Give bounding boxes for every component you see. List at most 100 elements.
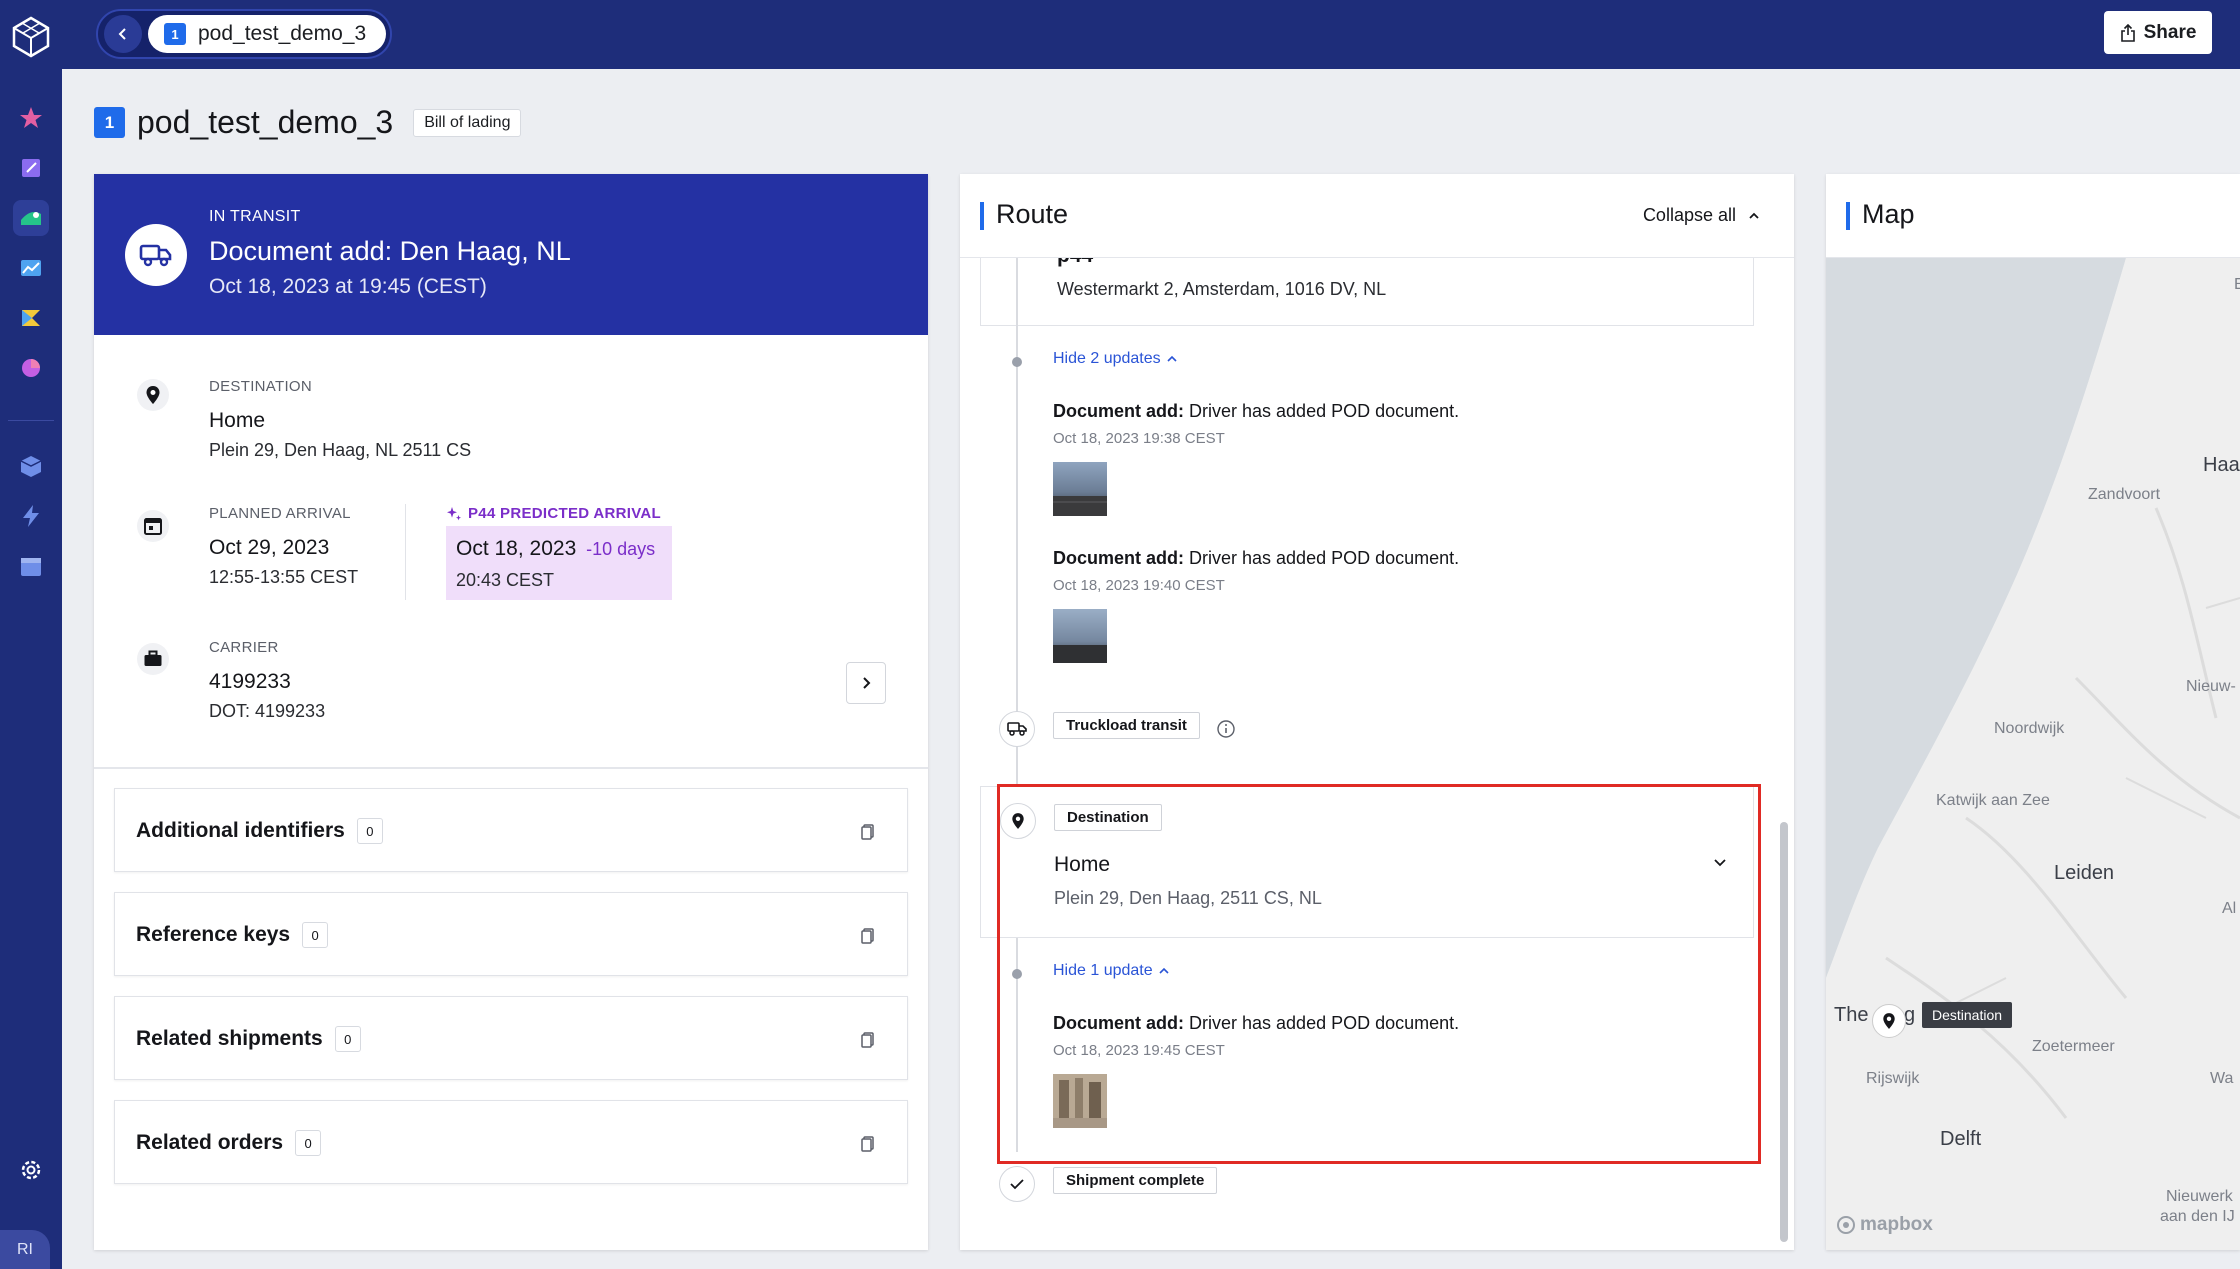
map-label: E (2234, 276, 2240, 293)
predicted-arrival-date-row: Oct 18, 2023 -10 days (456, 537, 655, 561)
update-text: Driver has added POD document. (1184, 548, 1460, 568)
pod-document-thumbnail[interactable] (1053, 462, 1107, 516)
shipment-details-panel: IN TRANSIT Document add: Den Haag, NL Oc… (94, 174, 928, 1250)
map-label: Zoetermeer (2032, 1038, 2115, 1055)
avatar[interactable]: RI (0, 1230, 50, 1269)
update-time: Oct 18, 2023 19:40 CEST (1053, 577, 1225, 594)
timeline-dot (1012, 357, 1022, 367)
flag-icon[interactable] (13, 300, 49, 336)
shipments-icon[interactable] (13, 200, 49, 236)
destination-marker[interactable] (1872, 1004, 1906, 1038)
count-badge: 0 (356, 818, 383, 844)
card-title-row: Related orders 0 (136, 1130, 322, 1156)
gear-icon[interactable] (13, 1152, 49, 1188)
map-panel: Map E Haa Zandvoort Nieuw- Noordwijk Kat… (1826, 174, 2240, 1250)
share-button[interactable]: Share (2104, 11, 2212, 54)
copy-icon[interactable] (859, 1134, 877, 1152)
copy-icon[interactable] (859, 1030, 877, 1048)
planned-arrival-date: Oct 29, 2023 (209, 536, 330, 559)
panel-divider (94, 767, 928, 769)
briefcase-icon (137, 643, 169, 675)
update-time: Oct 18, 2023 19:38 CEST (1053, 430, 1225, 447)
card-title: Related orders (136, 1131, 284, 1154)
calendar-icon[interactable] (13, 548, 49, 584)
card-title: Reference keys (136, 923, 291, 946)
copy-icon[interactable] (859, 822, 877, 840)
star-icon[interactable] (13, 100, 49, 136)
chevron-down-icon[interactable] (1713, 857, 1727, 867)
page-title: pod_test_demo_3 (137, 104, 394, 140)
card-title-row: Reference keys 0 (136, 922, 329, 948)
update-text: Driver has added POD document. (1184, 401, 1460, 421)
status-label: IN TRANSIT (209, 208, 301, 225)
breadcrumb: 1 pod_test_demo_3 (96, 9, 392, 59)
planned-arrival-time: 12:55-13:55 CEST (209, 567, 359, 587)
hide-updates-link[interactable]: Hide 1 update (1053, 962, 1169, 980)
status-banner: IN TRANSIT Document add: Den Haag, NL Oc… (94, 174, 928, 335)
collapse-all-button[interactable]: Collapse all (1643, 205, 1760, 226)
back-button[interactable] (104, 15, 142, 53)
map-label: Katwijk aan Zee (1936, 792, 2050, 809)
sidebar: RI (0, 0, 62, 1269)
chevron-left-icon (118, 28, 126, 40)
status-date: Oct 18, 2023 at 19:45 (CEST) (209, 275, 487, 298)
count-badge: 0 (302, 922, 329, 948)
card-title: Additional identifiers (136, 819, 345, 842)
predicted-arrival-box: Oct 18, 2023 -10 days 20:43 CEST (446, 526, 672, 600)
count-badge: 0 (334, 1026, 361, 1052)
truck-icon (999, 711, 1035, 747)
predicted-arrival-label-text: P44 PREDICTED ARRIVAL (468, 505, 661, 522)
box-icon[interactable] (13, 448, 49, 484)
route-panel: Route Collapse all p44 Westermarkt 2, Am… (960, 174, 1794, 1250)
map-canvas[interactable]: E Haa Zandvoort Nieuw- Noordwijk Katwijk… (1826, 258, 2240, 1250)
info-icon[interactable] (1216, 719, 1236, 739)
chevron-up-icon (1159, 967, 1169, 974)
breadcrumb-tab[interactable]: 1 pod_test_demo_3 (148, 15, 386, 53)
related-shipments-card[interactable]: Related shipments 0 (114, 996, 908, 1080)
breadcrumb-badge: 1 (164, 23, 186, 45)
arrival-divider (405, 504, 406, 600)
map-label: Nieuwerk (2166, 1188, 2233, 1205)
mapbox-label: mapbox (1860, 1214, 1933, 1235)
destination-tooltip: Destination (1922, 1002, 2013, 1028)
analytics-icon[interactable] (13, 250, 49, 286)
sparkle-icon (447, 506, 461, 520)
destination-stop-card[interactable]: Destination Home Plein 29, Den Haag, 251… (980, 786, 1754, 938)
carrier-dot: DOT: 4199233 (209, 701, 326, 721)
map-header: Map (1826, 174, 2240, 258)
pod-document-thumbnail[interactable] (1053, 1074, 1107, 1128)
card-title-row: Additional identifiers 0 (136, 818, 383, 844)
copy-icon[interactable] (859, 926, 877, 944)
map-label: Rijswijk (1866, 1070, 1920, 1087)
predicted-arrival-delta: -10 days (586, 539, 656, 559)
shipment-complete-tag: Shipment complete (1053, 1167, 1218, 1194)
share-icon (2120, 23, 2135, 42)
predicted-arrival-time: 20:43 CEST (456, 570, 555, 590)
map-land-water (1826, 258, 2240, 1250)
additional-identifiers-card[interactable]: Additional identifiers 0 (114, 788, 908, 872)
edit-icon[interactable] (13, 150, 49, 186)
map-label: Wa (2210, 1070, 2234, 1087)
previous-stop-address: Westermarkt 2, Amsterdam, 1016 DV, NL (1057, 279, 1387, 299)
carrier-details-button[interactable] (846, 662, 886, 704)
lightning-icon[interactable] (13, 498, 49, 534)
timeline-dot (1012, 969, 1022, 979)
reports-icon[interactable] (13, 350, 49, 386)
reference-keys-card[interactable]: Reference keys 0 (114, 892, 908, 976)
app-logo-icon[interactable] (8, 14, 54, 60)
route-scrollbar[interactable] (1780, 822, 1788, 1242)
pod-document-thumbnail[interactable] (1053, 609, 1107, 663)
related-orders-card[interactable]: Related orders 0 (114, 1100, 908, 1184)
truckload-transit-tag: Truckload transit (1053, 712, 1200, 739)
mapbox-attribution[interactable]: mapbox (1836, 1214, 1933, 1236)
card-title: Related shipments (136, 1027, 323, 1050)
hide-updates-link[interactable]: Hide 2 updates (1053, 350, 1177, 368)
update-type: Document add: (1053, 1013, 1185, 1033)
collapse-all-label: Collapse all (1642, 205, 1736, 225)
route-accent (980, 202, 984, 230)
share-label: Share (2143, 21, 2197, 43)
map-title: Map (1862, 199, 1915, 229)
chevron-up-icon (1167, 355, 1177, 362)
update-title: Document add: Driver has added POD docum… (1053, 401, 1459, 422)
update-title: Document add: Driver has added POD docum… (1053, 548, 1459, 569)
